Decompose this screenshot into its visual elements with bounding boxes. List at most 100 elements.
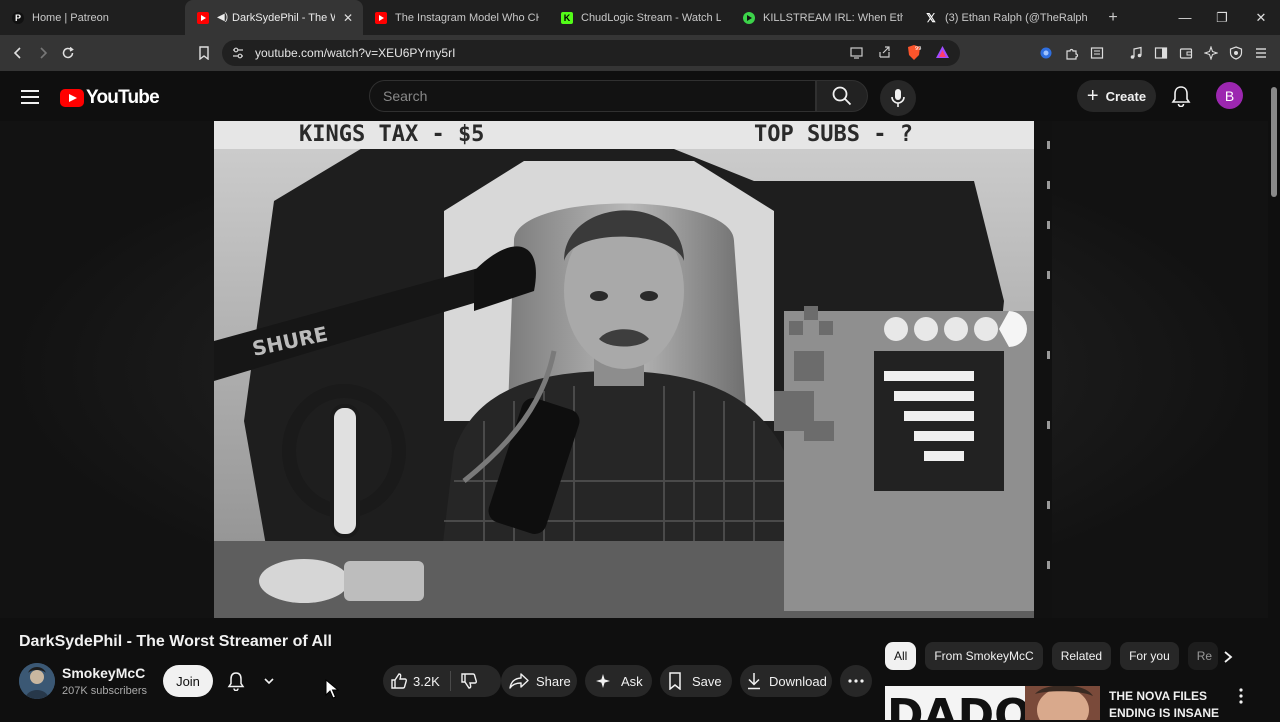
chevron-down-icon bbox=[264, 678, 274, 685]
browser-tab[interactable]: 𝕏 (3) Ethan Ralph (@TheRalphRet bbox=[913, 0, 1098, 35]
subscribed-notifications-button[interactable] bbox=[221, 665, 281, 697]
share-page-icon[interactable] bbox=[877, 45, 892, 65]
search-icon bbox=[832, 86, 852, 106]
new-tab-icon[interactable]: + bbox=[1098, 9, 1128, 27]
page-scrollbar[interactable] bbox=[1268, 71, 1280, 720]
vpn-icon[interactable] bbox=[1226, 43, 1246, 63]
more-vertical-icon[interactable] bbox=[1234, 686, 1248, 706]
youtube-masthead: YouTube + Create B bbox=[0, 71, 1280, 121]
download-icon bbox=[746, 672, 762, 690]
like-count[interactable]: 3.2K bbox=[413, 674, 440, 689]
search-input[interactable] bbox=[370, 81, 815, 111]
sidebar-icon[interactable] bbox=[1151, 43, 1171, 63]
address-bar[interactable]: youtube.com/watch?v=XEU6PYmy5rI 99+ bbox=[222, 40, 960, 66]
tab-title: (3) Ethan Ralph (@TheRalphRet bbox=[945, 11, 1088, 24]
browser-tab[interactable]: K ChudLogic Stream - Watch Live bbox=[549, 0, 731, 35]
forward-icon[interactable] bbox=[31, 41, 55, 65]
video-frame: KINGS TAX - $5 TOP SUBS - ? SHURE bbox=[214, 121, 1052, 618]
cast-icon[interactable] bbox=[849, 45, 864, 65]
subscriber-count: 207K subscribers bbox=[62, 685, 147, 697]
bookmark-icon[interactable] bbox=[192, 41, 216, 65]
more-actions-button[interactable] bbox=[840, 665, 872, 697]
mouse-cursor-icon bbox=[325, 678, 340, 704]
recommended-video-thumbnail[interactable]: DADO bbox=[885, 686, 1100, 720]
reload-icon[interactable] bbox=[56, 41, 80, 65]
brave-shields-icon[interactable]: 99+ bbox=[906, 44, 926, 66]
channel-avatar[interactable] bbox=[19, 663, 55, 699]
browser-tab[interactable]: KILLSTREAM IRL: When Ethan M bbox=[731, 0, 913, 35]
reader-icon[interactable] bbox=[1087, 43, 1107, 63]
tab-title: ChudLogic Stream - Watch Live bbox=[581, 11, 721, 24]
site-info-icon[interactable] bbox=[231, 46, 245, 65]
brave-rewards-icon[interactable] bbox=[935, 45, 950, 65]
speaker-icon[interactable]: ◀) bbox=[217, 12, 228, 23]
scrollbar-thumb[interactable] bbox=[1271, 87, 1277, 197]
thumbnail-text: DADO bbox=[887, 690, 1032, 720]
close-tab-icon[interactable]: ✕ bbox=[343, 11, 353, 25]
browser-tab[interactable]: P Home | Patreon bbox=[0, 0, 185, 35]
chevron-right-icon[interactable] bbox=[1216, 645, 1240, 669]
video-title: DarkSydePhil - The Worst Streamer of All bbox=[19, 633, 332, 650]
url-text: youtube.com/watch?v=XEU6PYmy5rI bbox=[255, 46, 456, 60]
share-label: Share bbox=[536, 673, 571, 689]
bell-icon bbox=[227, 672, 245, 691]
like-dislike-group: 3.2K bbox=[383, 665, 501, 697]
kick-icon: K bbox=[561, 11, 573, 24]
create-button[interactable]: + Create bbox=[1077, 80, 1156, 112]
video-player[interactable]: KINGS TAX - $5 TOP SUBS - ? SHURE bbox=[214, 121, 1052, 618]
like-icon[interactable] bbox=[389, 671, 409, 691]
microphone-icon bbox=[891, 89, 905, 107]
save-button[interactable]: Save bbox=[660, 665, 732, 697]
restore-icon[interactable]: ❐ bbox=[1203, 0, 1241, 35]
create-label: Create bbox=[1105, 88, 1147, 104]
chip-for-you[interactable]: For you bbox=[1120, 642, 1179, 670]
wallet-icon[interactable] bbox=[1176, 43, 1196, 63]
overlay-top-subs: TOP SUBS - ? bbox=[754, 122, 913, 147]
leo-ai-icon[interactable] bbox=[1201, 43, 1221, 63]
ask-button[interactable]: Ask bbox=[585, 665, 652, 697]
browser-toolbar: youtube.com/watch?v=XEU6PYmy5rI 99+ bbox=[0, 35, 1280, 71]
back-icon[interactable] bbox=[6, 41, 30, 65]
share-button[interactable]: Share bbox=[501, 665, 577, 697]
browser-tab-active[interactable]: ◀) DarkSydePhil - The Worst ✕ bbox=[185, 0, 363, 35]
voice-search-button[interactable] bbox=[880, 80, 916, 116]
youtube-icon bbox=[375, 11, 387, 24]
download-label: Download bbox=[769, 673, 827, 689]
related-chips: All From SmokeyMcC Related For you Re bbox=[885, 642, 1227, 670]
recommended-video-title[interactable]: THE NOVA FILES ENDING IS INSANE bbox=[1109, 688, 1221, 722]
search-button[interactable] bbox=[816, 80, 868, 112]
tab-title: Home | Patreon bbox=[32, 11, 109, 24]
share-icon bbox=[509, 672, 529, 690]
plus-icon: + bbox=[1086, 84, 1099, 107]
hamburger-menu-icon[interactable] bbox=[19, 86, 41, 108]
search-box bbox=[369, 80, 816, 112]
minimize-icon[interactable]: — bbox=[1166, 0, 1204, 35]
extensions-puzzle-icon[interactable] bbox=[1062, 43, 1082, 63]
rumble-icon bbox=[743, 11, 755, 24]
browser-tab[interactable]: The Instagram Model Who CHE bbox=[363, 0, 549, 35]
account-avatar[interactable]: B bbox=[1216, 82, 1243, 109]
join-button[interactable]: Join bbox=[163, 665, 213, 697]
youtube-wordmark: YouTube bbox=[86, 87, 160, 108]
save-label: Save bbox=[692, 673, 722, 689]
dislike-icon[interactable] bbox=[459, 671, 479, 691]
channel-name[interactable]: SmokeyMcC bbox=[62, 665, 145, 681]
youtube-logo[interactable]: YouTube bbox=[60, 87, 160, 109]
notifications-bell-icon[interactable] bbox=[1168, 83, 1194, 109]
browser-menu-icon[interactable] bbox=[1251, 43, 1271, 63]
more-horizontal-icon bbox=[848, 679, 864, 683]
chip-from-channel[interactable]: From SmokeyMcC bbox=[925, 642, 1043, 670]
close-window-icon[interactable]: ✕ bbox=[1242, 0, 1280, 35]
tab-title: KILLSTREAM IRL: When Ethan M bbox=[763, 11, 903, 24]
chip-related[interactable]: Related bbox=[1051, 642, 1112, 670]
download-button[interactable]: Download bbox=[740, 665, 832, 697]
video-stage: KINGS TAX - $5 TOP SUBS - ? SHURE bbox=[0, 121, 1268, 618]
chip-all[interactable]: All bbox=[885, 642, 917, 670]
music-icon[interactable] bbox=[1126, 43, 1146, 63]
save-icon bbox=[668, 672, 682, 690]
tab-title: The Instagram Model Who CHE bbox=[395, 11, 539, 24]
youtube-play-icon bbox=[60, 89, 84, 107]
patreon-icon: P bbox=[12, 11, 24, 24]
chip-recently[interactable]: Re bbox=[1187, 642, 1218, 670]
extension-blue-icon[interactable] bbox=[1036, 43, 1056, 63]
